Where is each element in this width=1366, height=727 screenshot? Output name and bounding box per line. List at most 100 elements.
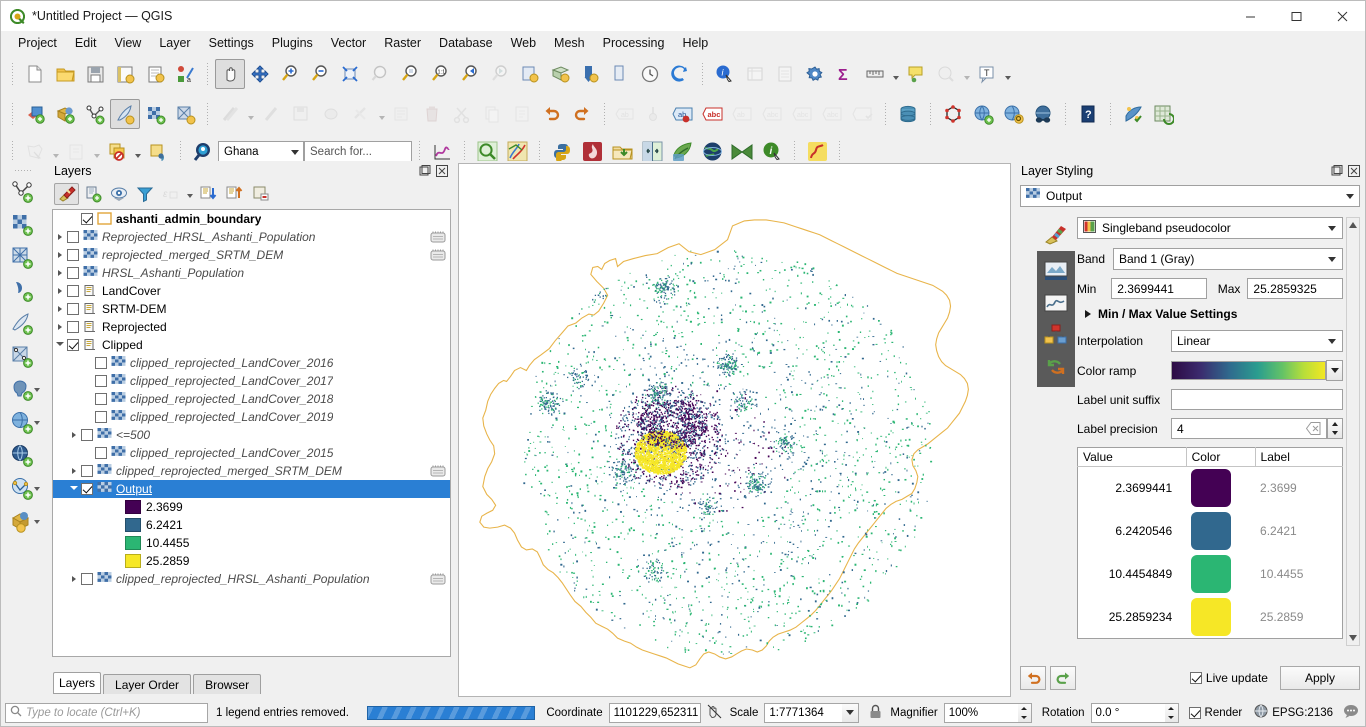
refresh-map-icon[interactable] (665, 59, 695, 89)
zoom-native-icon[interactable]: 1:1 (425, 59, 455, 89)
cell-label[interactable]: 2.3699 (1255, 467, 1342, 510)
layer-visibility-checkbox[interactable] (81, 429, 93, 441)
undock-icon[interactable] (1330, 164, 1344, 178)
zoom-to-selection-icon[interactable] (365, 59, 395, 89)
label-precision-stepper[interactable] (1327, 418, 1343, 439)
add-layer-icon[interactable] (20, 99, 50, 129)
layer-tree-item[interactable]: 25.2859 (53, 552, 450, 570)
new-print-layout-icon[interactable] (140, 59, 170, 89)
zoom-out-icon[interactable] (305, 59, 335, 89)
redo-icon[interactable] (567, 99, 597, 129)
layer-visibility-checkbox[interactable] (95, 357, 107, 369)
layer-visibility-checkbox[interactable] (81, 213, 93, 225)
layer-tree-item[interactable]: Reprojected_HRSL_Ashanti_Population (53, 228, 450, 246)
add-mesh-layer-icon[interactable] (170, 99, 200, 129)
pan-map-icon[interactable] (215, 59, 245, 89)
menu-view[interactable]: View (105, 33, 150, 53)
expand-arrow-icon[interactable] (53, 300, 67, 318)
undo-redo-icon[interactable] (1037, 351, 1075, 383)
modify-dropdown-caret[interactable] (376, 99, 387, 129)
show-spatial-bookmarks-icon[interactable] (931, 59, 961, 89)
transparency-icon[interactable] (1037, 255, 1075, 287)
layer-visibility-checkbox[interactable] (95, 447, 107, 459)
layer-tree-item[interactable]: clipped_reprojected_merged_SRTM_DEM (53, 462, 450, 480)
minimize-button[interactable] (1227, 1, 1273, 31)
pin-labels-icon[interactable] (638, 99, 668, 129)
styling-layer-combo[interactable]: Output (1020, 185, 1360, 207)
layer-tree-item[interactable]: <=500 (53, 426, 450, 444)
locate-filter-combo[interactable]: Ghana (218, 141, 304, 162)
layer-visibility-checkbox[interactable] (67, 285, 79, 297)
color-swatch[interactable] (1191, 512, 1232, 550)
layer-visibility-checkbox[interactable] (81, 483, 93, 495)
layer-tree-item[interactable]: ashanti_admin_boundary (53, 210, 450, 228)
menu-database[interactable]: Database (430, 33, 502, 53)
menu-vector[interactable]: Vector (322, 33, 375, 53)
add-group-button[interactable] (80, 183, 105, 205)
locate-input[interactable]: Type to locate (Ctrl+K) (5, 702, 208, 723)
layer-tree-item[interactable]: Output (53, 480, 450, 498)
layer-tree-item[interactable]: clipped_reprojected_LandCover_2018 (53, 390, 450, 408)
modify-attributes-icon[interactable] (346, 99, 376, 129)
save-project-icon[interactable] (80, 59, 110, 89)
expand-arrow-icon[interactable] (53, 228, 67, 246)
metasearch-icon[interactable] (998, 99, 1028, 129)
tab-layer-order[interactable]: Layer Order (103, 674, 192, 694)
layer-tree-item[interactable]: reprojected_merged_SRTM_DEM (53, 246, 450, 264)
color-map-row[interactable]: 25.2859234 25.2859 (1078, 596, 1343, 639)
multi-edit-icon[interactable] (387, 99, 417, 129)
zoom-last-icon[interactable] (455, 59, 485, 89)
collapse-arrow-icon[interactable] (67, 480, 81, 498)
digitize-dropdown-caret[interactable] (245, 99, 256, 129)
cell-value[interactable]: 6.2420546 (1078, 510, 1187, 553)
expand-arrow-icon[interactable] (53, 246, 67, 264)
open-attribute-table-icon[interactable] (740, 59, 770, 89)
add-postgis-layer-icon[interactable] (5, 373, 41, 406)
menu-help[interactable]: Help (673, 33, 717, 53)
cell-value[interactable]: 25.2859234 (1078, 596, 1187, 639)
max-input[interactable]: 25.2859325 (1247, 278, 1343, 299)
symbology-icon[interactable] (1037, 217, 1075, 251)
coordinate-field[interactable]: 1101229,652311 (608, 702, 701, 723)
magnifier-stepper[interactable] (1017, 702, 1032, 723)
add-wfs-layer-icon[interactable] (5, 472, 41, 505)
band-combo[interactable]: Band 1 (Gray) (1113, 248, 1343, 270)
highlight-labels-icon[interactable]: ab (668, 99, 698, 129)
menu-web[interactable]: Web (502, 33, 545, 53)
close-icon[interactable] (435, 164, 449, 178)
label-precision-input[interactable]: 4 (1171, 418, 1327, 439)
close-icon[interactable] (1347, 164, 1361, 178)
add-web-layer-icon[interactable] (968, 99, 998, 129)
layer-tree-item[interactable]: clipped_reprojected_HRSL_Ashanti_Populat… (53, 570, 450, 588)
label-unit-suffix-input[interactable] (1171, 389, 1343, 410)
layer-tree-item[interactable]: Clipped (53, 336, 450, 354)
add-vector-layer-icon[interactable] (80, 99, 110, 129)
layer-tree-item[interactable]: Reprojected (53, 318, 450, 336)
cell-color[interactable] (1186, 553, 1255, 596)
save-project-as-icon[interactable] (110, 59, 140, 89)
expand-arrow-icon[interactable] (67, 426, 81, 444)
show-in-overview-icon[interactable] (430, 248, 446, 262)
color-map-row[interactable]: 10.4454849 10.4455 (1078, 553, 1343, 596)
cut-features-icon[interactable] (447, 99, 477, 129)
menu-plugins[interactable]: Plugins (263, 33, 322, 53)
vertex-tool-icon[interactable] (316, 99, 346, 129)
digitize-point-icon[interactable] (256, 99, 286, 129)
new-spatialite-layer-icon[interactable] (5, 241, 41, 274)
menu-processing[interactable]: Processing (594, 33, 674, 53)
expand-arrow-icon[interactable] (53, 282, 67, 300)
add-raster-layer-icon[interactable] (140, 99, 170, 129)
filter-legend-by-expression-button[interactable]: ε (158, 183, 183, 205)
layer-tree-item[interactable]: clipped_reprojected_LandCover_2017 (53, 372, 450, 390)
paste-features-icon[interactable] (507, 99, 537, 129)
statistical-summary-icon[interactable]: Σ (830, 59, 860, 89)
cell-value[interactable]: 10.4454849 (1078, 553, 1187, 596)
color-ramp-preview[interactable] (1171, 361, 1326, 380)
globe-icon[interactable] (1254, 704, 1268, 721)
min-input[interactable]: 2.3699441 (1111, 278, 1207, 299)
layer-tree-item[interactable]: clipped_reprojected_LandCover_2015 (53, 444, 450, 462)
rotation-field[interactable]: 0.0 ° (1090, 702, 1165, 723)
layer-visibility-checkbox[interactable] (67, 339, 79, 351)
tab-layers[interactable]: Layers (53, 672, 102, 694)
search-input[interactable]: Search for... (304, 141, 412, 162)
